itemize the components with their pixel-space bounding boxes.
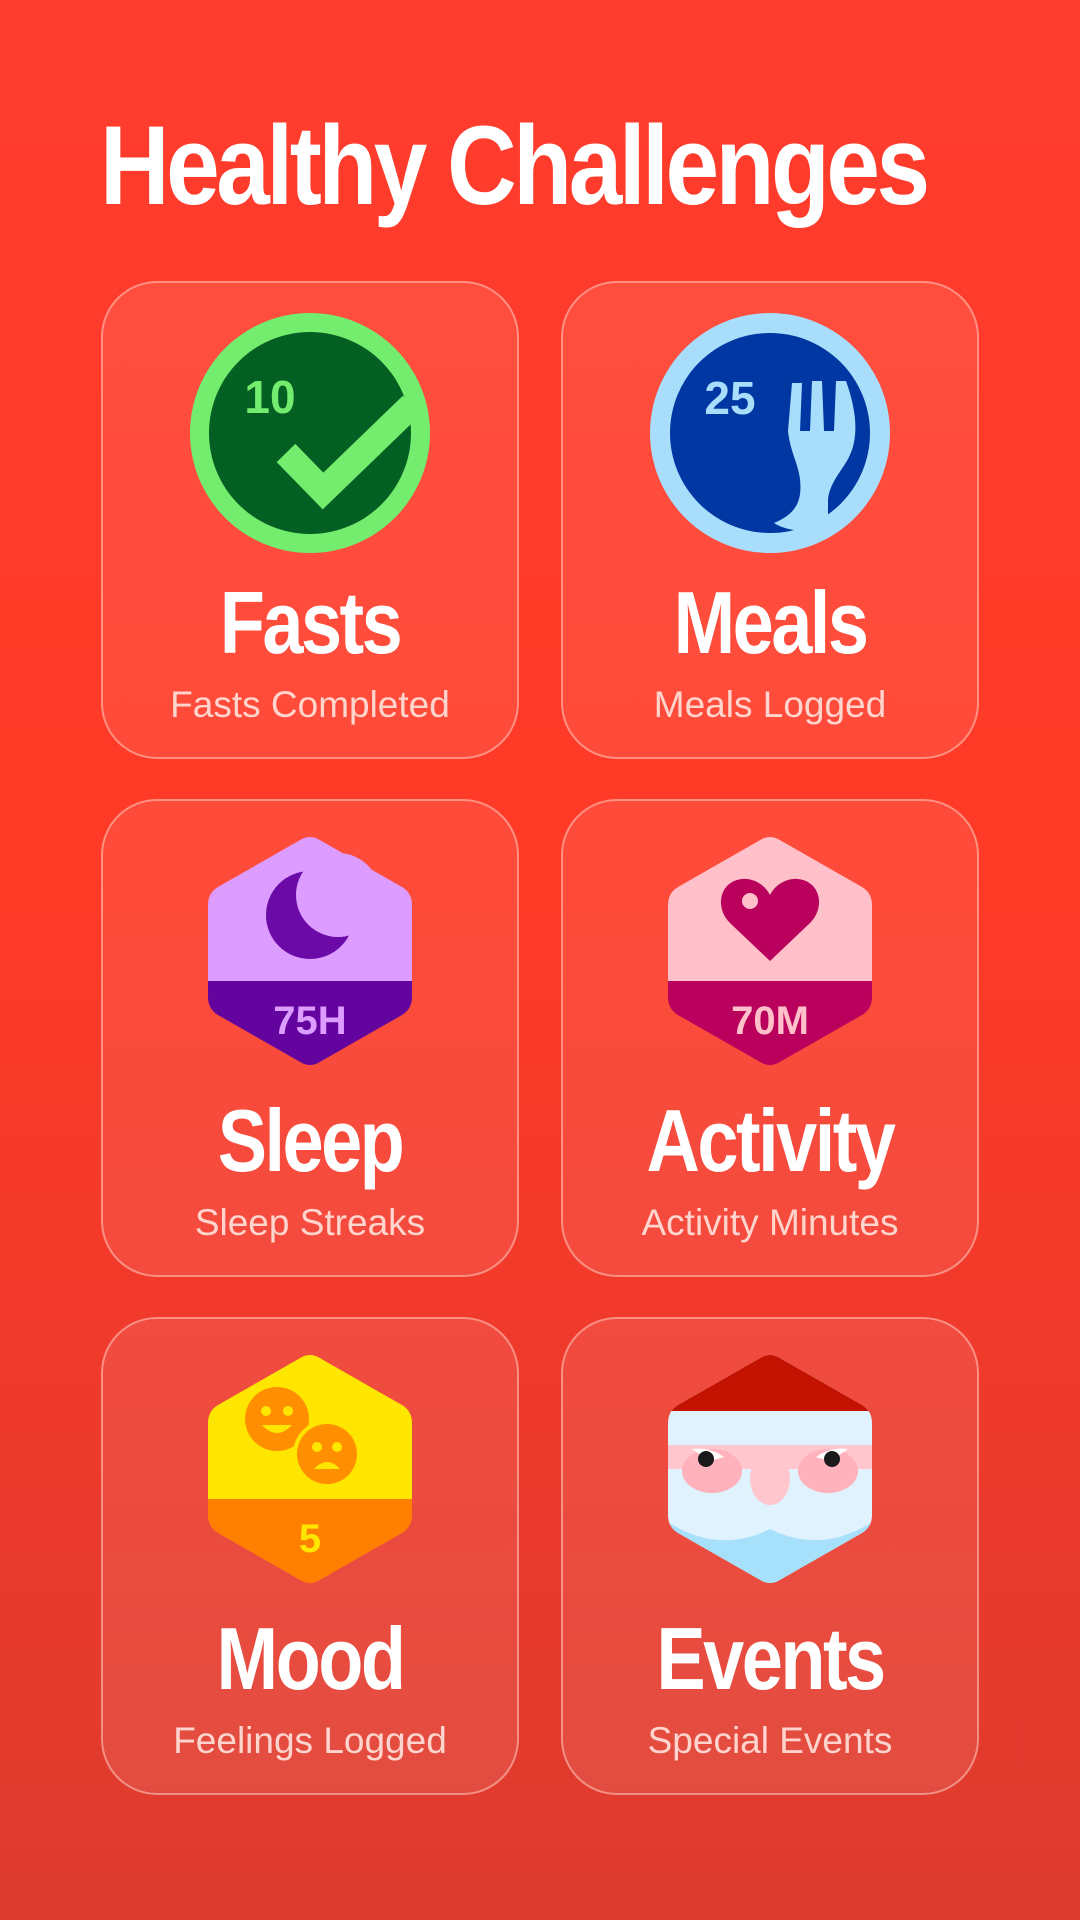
page-title: Healthy Challenges — [100, 103, 930, 228]
challenge-card-activity[interactable]: 70M Activity Activity Minutes — [561, 799, 979, 1277]
smiley-badge-icon: 5 — [190, 1349, 430, 1589]
card-subtitle: Sleep Streaks — [194, 1202, 426, 1243]
challenge-card-meals[interactable]: 25 Meals Meals Logged — [561, 281, 979, 759]
card-title: Activity — [646, 1091, 896, 1190]
challenge-card-mood[interactable]: 5 Mood Feelings Logged — [101, 1317, 519, 1795]
card-title: Mood — [216, 1609, 406, 1708]
card-subtitle: Feelings Logged — [173, 1720, 447, 1761]
challenge-card-sleep[interactable]: 75H Sleep Sleep Streaks — [101, 799, 519, 1277]
moon-badge-icon: 75H — [190, 831, 430, 1071]
fasts-badge-value: 10 — [244, 371, 295, 423]
challenge-card-events[interactable]: Events Special Events — [561, 1317, 979, 1795]
card-title: Events — [656, 1609, 886, 1708]
mood-badge-value: 5 — [299, 1517, 321, 1561]
card-subtitle: Activity Minutes — [641, 1202, 899, 1243]
card-title: Sleep — [217, 1091, 405, 1190]
activity-badge-value: 70M — [731, 999, 809, 1043]
card-title: Fasts — [219, 573, 403, 672]
meals-badge-value: 25 — [704, 372, 755, 424]
checkmark-badge-icon: 10 — [190, 313, 430, 553]
card-subtitle: Fasts Completed — [170, 684, 450, 725]
card-subtitle: Meals Logged — [653, 684, 887, 725]
fork-badge-icon: 25 — [650, 313, 890, 553]
heart-badge-icon: 70M — [650, 831, 890, 1071]
sleep-badge-value: 75H — [273, 999, 346, 1043]
card-title: Meals — [673, 573, 869, 672]
card-subtitle: Special Events — [647, 1720, 893, 1761]
challenge-card-fasts[interactable]: 10 Fasts Fasts Completed — [101, 281, 519, 759]
santa-badge-icon — [650, 1349, 890, 1589]
challenges-grid: 10 Fasts Fasts Completed 25 Meals Meals … — [101, 281, 979, 1795]
